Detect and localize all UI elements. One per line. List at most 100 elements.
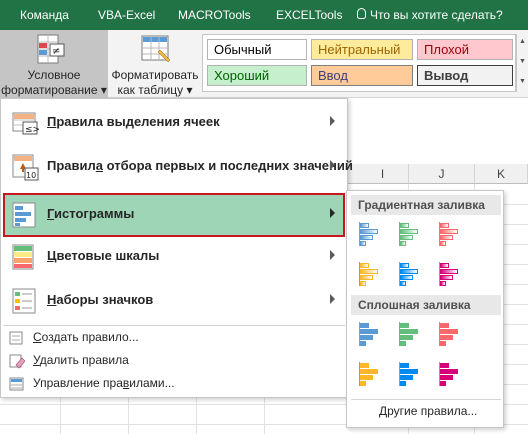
- clear-rules-icon: [9, 354, 25, 369]
- svg-text:≠: ≠: [52, 46, 60, 57]
- submenu-arrow-icon: [330, 208, 335, 218]
- style-input[interactable]: Ввод: [311, 65, 413, 86]
- tab-exceltools[interactable]: EXCELTools: [276, 0, 342, 30]
- solid-data-bar-swatch[interactable]: [435, 359, 463, 387]
- menu-separator: [3, 325, 345, 326]
- icon-sets-icon: [12, 288, 36, 314]
- swatch-bar: [400, 281, 406, 286]
- swatch-bar: [440, 275, 453, 280]
- swatch-bar: [440, 329, 458, 334]
- gradient-fill-header: Градиентная заливка: [351, 195, 501, 215]
- style-output[interactable]: Вывод: [417, 65, 513, 86]
- gradient-data-bar-swatch[interactable]: [395, 219, 423, 247]
- scroll-up-icon[interactable]: ▲: [519, 38, 526, 45]
- grid-line: [264, 398, 265, 434]
- data-bars-submenu: Градиентная заливка Сплошная заливка Дру…: [346, 190, 504, 428]
- grid-line: [60, 398, 61, 434]
- menu-item-label: Наборы значков: [47, 292, 154, 307]
- menu-item-label: Цветовые шкалы: [47, 248, 160, 263]
- col-head-j[interactable]: J: [409, 164, 475, 184]
- solid-fill-header: Сплошная заливка: [351, 295, 501, 315]
- conditional-formatting-label-1: Условное: [27, 68, 81, 82]
- solid-data-bar-swatch[interactable]: [395, 319, 423, 347]
- tab-macrotools[interactable]: MACROTools: [178, 0, 251, 30]
- menu-item-label: Удалить правила: [33, 353, 129, 367]
- solid-data-bar-swatch[interactable]: [355, 359, 383, 387]
- grid-line: [128, 398, 129, 434]
- swatch-bar: [440, 341, 446, 346]
- style-neutral[interactable]: Нейтральный: [311, 39, 413, 60]
- tab-vba-excel[interactable]: VBA-Excel: [98, 0, 155, 30]
- gradient-data-bar-swatch[interactable]: [395, 259, 423, 287]
- swatch-bar: [400, 229, 418, 234]
- more-rules-item[interactable]: Другие правила...: [351, 399, 501, 421]
- swatch-bar: [360, 229, 378, 234]
- menu-item-label: Правила выделения ячеек: [47, 114, 220, 129]
- style-good[interactable]: Хороший: [207, 65, 307, 86]
- swatch-bar: [440, 335, 453, 340]
- swatch-bar: [400, 241, 406, 246]
- swatch-bar: [440, 375, 453, 380]
- swatch-bar: [360, 281, 366, 286]
- swatch-bar: [440, 363, 449, 368]
- submenu-arrow-icon: [330, 160, 335, 170]
- swatch-bar: [360, 363, 369, 368]
- swatch-bar: [400, 369, 418, 374]
- swatch-bar: [400, 363, 409, 368]
- swatch-bar: [440, 369, 458, 374]
- swatch-bar: [400, 341, 406, 346]
- tab-komanda[interactable]: Команда: [20, 0, 69, 30]
- col-head-i[interactable]: I: [357, 164, 409, 184]
- swatch-bar: [440, 323, 449, 328]
- swatch-bar: [360, 375, 373, 380]
- menu-item-color-scales[interactable]: Цветовые шкалы: [3, 235, 345, 279]
- swatch-bar: [360, 323, 369, 328]
- gradient-data-bar-swatch[interactable]: [355, 259, 383, 287]
- swatch-bar: [400, 235, 413, 240]
- style-normal[interactable]: Обычный: [207, 39, 307, 60]
- menu-item-new-rule[interactable]: Создать правило...: [3, 327, 345, 349]
- conditional-formatting-icon: ≠: [37, 34, 65, 64]
- menu-item-highlight-rules[interactable]: ≤> Правила выделения ячеек: [3, 101, 345, 145]
- menu-item-clear-rules[interactable]: Удалить правила: [3, 350, 345, 372]
- menu-item-icon-sets[interactable]: Наборы значков: [3, 279, 345, 323]
- swatch-bar: [400, 269, 418, 274]
- swatch-bar: [440, 241, 446, 246]
- col-head-k[interactable]: K: [475, 164, 528, 184]
- solid-data-bar-swatch[interactable]: [355, 319, 383, 347]
- format-as-table-button[interactable]: Форматировать как таблицу ▾: [110, 30, 200, 98]
- conditional-formatting-button[interactable]: ≠ Условное форматирование ▾: [0, 30, 108, 98]
- swatch-bar: [360, 369, 378, 374]
- highlight-rules-icon: ≤>: [12, 112, 39, 135]
- swatch-bar: [400, 223, 409, 228]
- ribbon-tab-bar: Команда VBA-Excel MACROTools EXCELTools …: [0, 0, 528, 30]
- solid-data-bar-swatch[interactable]: [395, 359, 423, 387]
- swatch-bar: [360, 381, 366, 386]
- swatch-bar: [400, 323, 409, 328]
- format-as-table-label-1: Форматировать: [111, 68, 199, 82]
- conditional-formatting-label-2: форматирование ▾: [1, 83, 107, 97]
- swatch-bar: [440, 281, 446, 286]
- menu-item-top-bottom-rules[interactable]: 10 Правила отбора первых и последних зна…: [3, 145, 353, 189]
- grid-line: [196, 398, 197, 434]
- gallery-scrollbar[interactable]: ▲ ▼ ▼: [516, 34, 528, 92]
- swatch-bar: [360, 329, 378, 334]
- gallery-more-icon[interactable]: ▼: [519, 78, 526, 85]
- submenu-arrow-icon: [330, 250, 335, 260]
- tell-me-search[interactable]: Что вы хотите сделать?: [357, 0, 503, 30]
- scroll-down-icon[interactable]: ▼: [519, 58, 526, 65]
- swatch-bar: [360, 241, 366, 246]
- menu-item-data-bars[interactable]: Гистограммы: [3, 193, 345, 237]
- style-bad[interactable]: Плохой: [417, 39, 513, 60]
- swatch-bar: [400, 275, 413, 280]
- svg-text:≤>: ≤>: [25, 125, 39, 135]
- gradient-data-bar-swatch[interactable]: [435, 219, 463, 247]
- solid-data-bar-swatch[interactable]: [435, 319, 463, 347]
- swatch-bar: [440, 229, 458, 234]
- swatch-bar: [360, 235, 373, 240]
- data-bars-icon: [12, 202, 36, 228]
- gradient-data-bar-swatch[interactable]: [435, 259, 463, 287]
- gradient-data-bar-swatch[interactable]: [355, 219, 383, 247]
- swatch-bar: [400, 329, 418, 334]
- menu-item-manage-rules[interactable]: Управление правилами...: [3, 373, 345, 395]
